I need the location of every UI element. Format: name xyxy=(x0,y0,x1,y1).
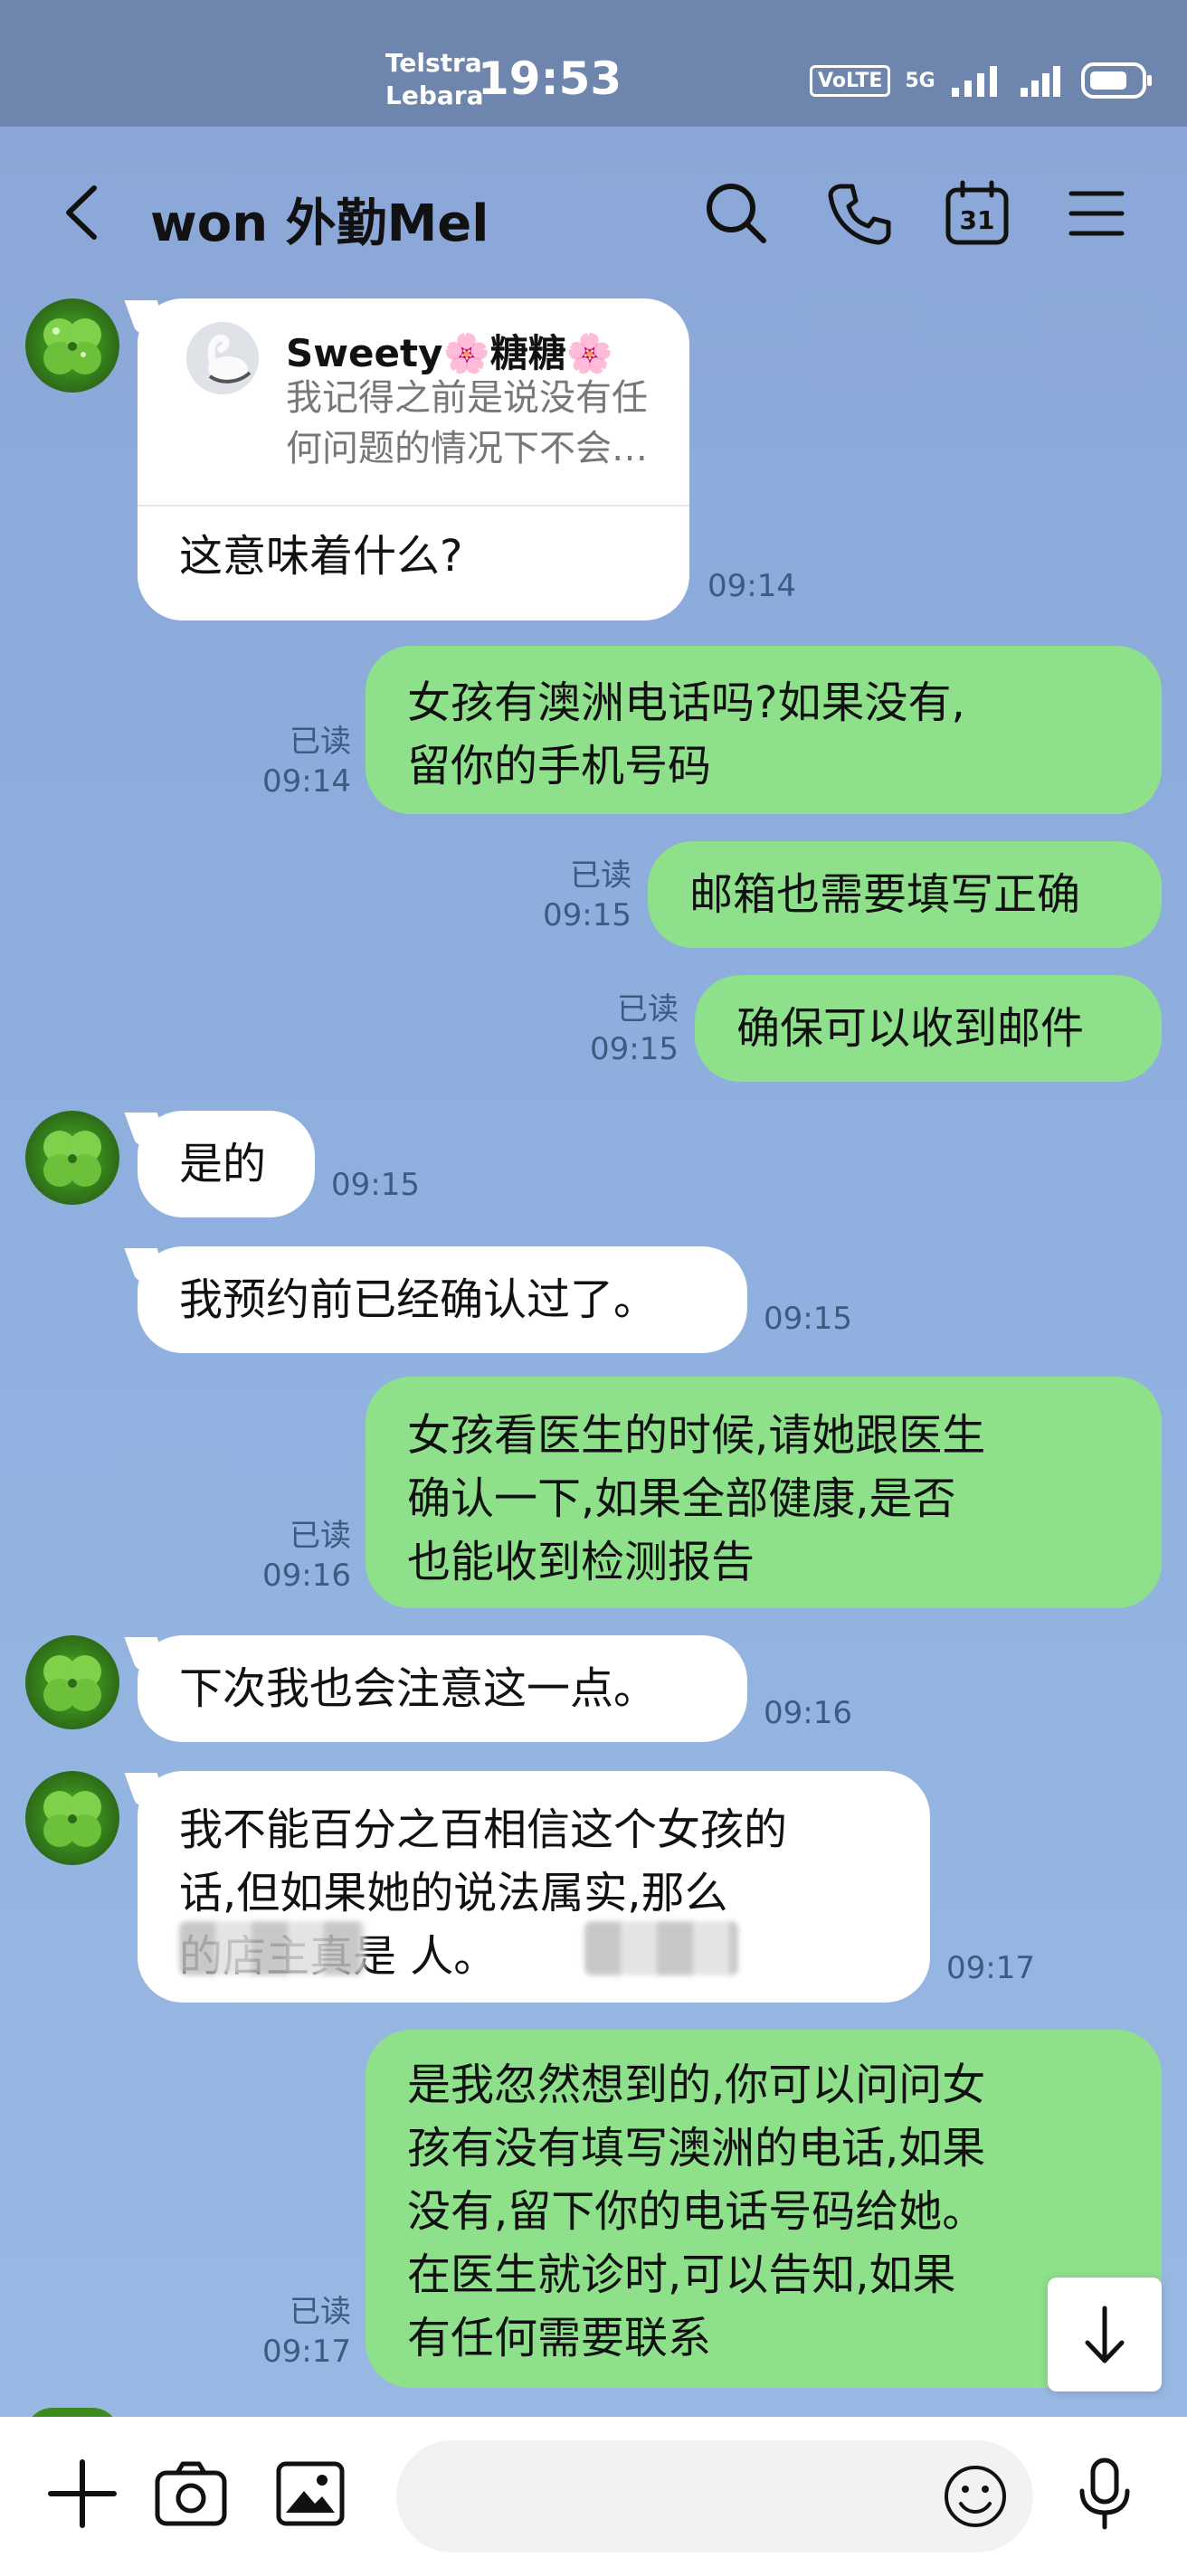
clover-icon xyxy=(43,1791,101,1847)
message-time: 09:17 xyxy=(946,1950,1035,1986)
carrier-2: Lebara xyxy=(385,80,484,110)
clover-icon xyxy=(43,1131,101,1187)
arrow-down-icon xyxy=(1085,2306,1125,2363)
carrier-1: Telstra xyxy=(385,48,482,78)
message-text: 我预约前已经确认过了。 xyxy=(179,1274,658,1325)
quote-divider xyxy=(138,505,689,507)
read-label: 已读 xyxy=(617,991,679,1028)
camera-icon[interactable] xyxy=(150,2453,232,2534)
contact-avatar[interactable] xyxy=(25,1635,119,1729)
message-time: 09:15 xyxy=(764,1301,852,1337)
read-label: 已读 xyxy=(290,724,351,760)
message-bubble-out[interactable]: 确保可以收到邮件 xyxy=(695,975,1162,1082)
scroll-to-bottom-button[interactable] xyxy=(1048,2278,1162,2391)
microphone-icon[interactable] xyxy=(1064,2453,1145,2534)
read-label: 已读 xyxy=(290,1518,351,1554)
read-label: 已读 xyxy=(290,2294,351,2330)
redacted-text xyxy=(179,1921,366,1975)
quote-avatar xyxy=(186,322,259,394)
read-receipt: 已读 09:15 xyxy=(525,856,631,935)
message-time: 09:14 xyxy=(262,763,351,800)
message-text: 这意味着什么? xyxy=(179,531,463,582)
message-time: 09:15 xyxy=(331,1167,420,1203)
signal-icon-2 xyxy=(1020,66,1060,97)
chat-header: won 外勤Mel 31 xyxy=(0,127,1187,298)
clover-icon xyxy=(43,1655,101,1711)
status-time: 19:53 xyxy=(478,52,622,105)
message-text: 下次我也会注意这一点。 xyxy=(179,1663,658,1714)
message-bubble-out[interactable]: 女孩看医生的时候,请她跟医生 确认一下,如果全部健康,是否 也能收到检测报告 xyxy=(366,1377,1162,1608)
chat-title: won 外勤Mel xyxy=(150,194,489,253)
swan-icon xyxy=(186,322,259,394)
message-text: 是我忽然想到的,你可以问问女 孩有没有填写澳洲的电话,如果 没有,留下你的电话号… xyxy=(407,2060,986,2363)
input-bar xyxy=(0,2417,1187,2576)
message-time: 09:15 xyxy=(543,897,631,933)
battery-icon xyxy=(1080,62,1152,99)
contact-avatar[interactable] xyxy=(25,1111,119,1205)
message-bubble-out[interactable]: 女孩有澳洲电话吗?如果没有, 留你的手机号码 xyxy=(366,646,1162,814)
back-icon[interactable] xyxy=(56,181,110,244)
plus-icon[interactable] xyxy=(42,2453,123,2534)
volte-badge: VoLTE xyxy=(810,64,891,97)
message-time: 09:16 xyxy=(262,1558,351,1594)
read-label: 已读 xyxy=(570,857,631,894)
message-text: 女孩有澳洲电话吗?如果没有, 留你的手机号码 xyxy=(407,677,965,791)
clover-icon xyxy=(43,318,101,374)
message-time: 09:14 xyxy=(707,568,796,604)
read-receipt: 已读 09:16 xyxy=(244,1516,351,1596)
message-text: 女孩看医生的时候,请她跟医生 确认一下,如果全部健康,是否 也能收到检测报告 xyxy=(407,1410,986,1587)
calendar-day: 31 xyxy=(960,205,995,235)
redacted-text xyxy=(584,1921,738,1975)
calendar-icon[interactable]: 31 xyxy=(943,179,1011,248)
message-text: 确保可以收到邮件 xyxy=(736,1003,1085,1054)
message-text: 是的 xyxy=(179,1139,267,1189)
phone-icon[interactable] xyxy=(825,179,894,248)
message-bubble-in[interactable]: 是的 xyxy=(138,1111,315,1217)
message-bubble-in[interactable]: 我不能百分之百相信这个女孩的 话,但如果她的说法属实,那么 的店主真是 人。 xyxy=(138,1771,930,2003)
menu-icon[interactable] xyxy=(1062,179,1131,248)
status-bar: Telstra Lebara 19:53 VoLTE 5G xyxy=(0,0,1187,127)
read-receipt: 已读 09:14 xyxy=(244,722,351,801)
read-receipt: 已读 09:15 xyxy=(572,990,679,1069)
message-bubble-in[interactable]: Sweety🌸糖糖🌸 我记得之前是说没有任 何问题的情况下不会… 这意味着什么? xyxy=(138,298,689,620)
quote-text: 我记得之前是说没有任 何问题的情况下不会… xyxy=(286,377,648,469)
message-text: 邮箱也需要填写正确 xyxy=(689,869,1081,920)
message-bubble-out[interactable]: 是我忽然想到的,你可以问问女 孩有没有填写澳洲的电话,如果 没有,留下你的电话号… xyxy=(366,2030,1162,2388)
contact-avatar[interactable] xyxy=(25,1771,119,1865)
message-bubble-out[interactable]: 邮箱也需要填写正确 xyxy=(648,841,1162,948)
message-input[interactable] xyxy=(396,2440,1033,2552)
signal-icon-1 xyxy=(951,66,997,97)
image-icon[interactable] xyxy=(270,2453,351,2534)
message-time: 09:15 xyxy=(590,1031,679,1067)
message-time: 09:17 xyxy=(262,2334,351,2370)
contact-avatar[interactable] xyxy=(25,298,119,393)
message-time: 09:16 xyxy=(764,1695,852,1731)
network-type: 5G xyxy=(905,69,935,92)
message-bubble-in[interactable]: 下次我也会注意这一点。 xyxy=(138,1635,747,1742)
emoji-icon[interactable] xyxy=(941,2462,1010,2531)
carrier-labels: Telstra Lebara xyxy=(385,47,483,112)
read-receipt: 已读 09:17 xyxy=(244,2292,351,2372)
search-icon[interactable] xyxy=(702,179,771,248)
status-icons: VoLTE 5G xyxy=(810,58,1154,103)
message-bubble-in[interactable]: 我预约前已经确认过了。 xyxy=(138,1246,747,1353)
